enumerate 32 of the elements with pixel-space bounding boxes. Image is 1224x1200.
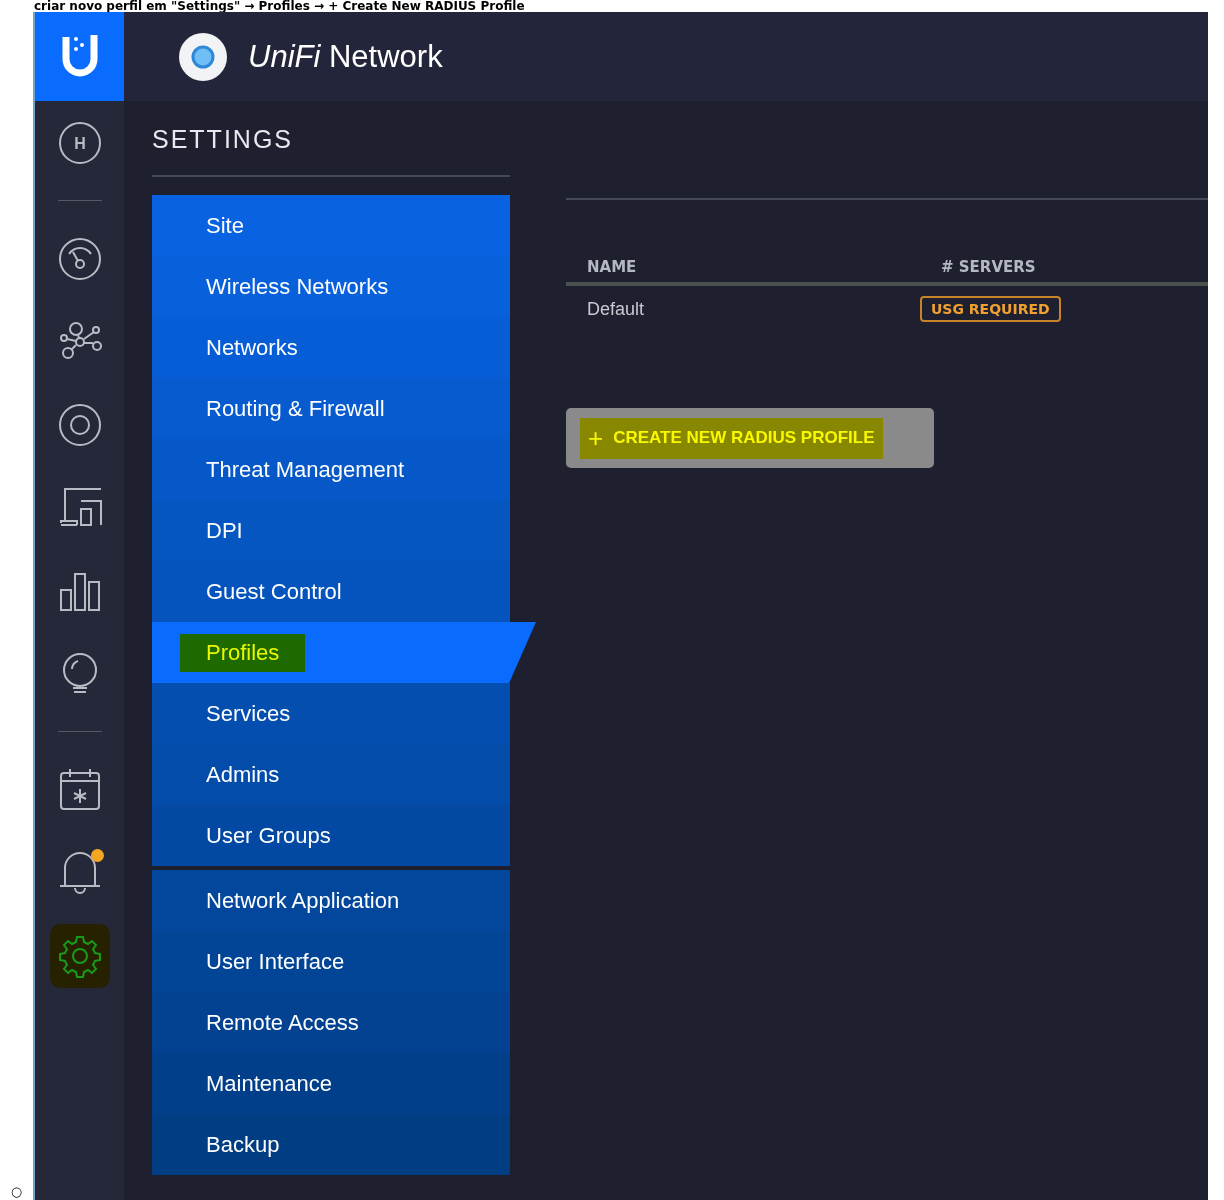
settings-nav-button[interactable] [49,924,110,988]
logo-icon [178,31,228,82]
column-header: NAME [586,258,638,276]
settings-menu-item[interactable]: Services [152,683,510,744]
status-badge: USG REQUIRED [920,296,1061,322]
table-cell-text: Default [586,298,646,320]
settings-menu-item[interactable]: User Interface [152,931,510,992]
settings-menu-item[interactable]: Network Application [152,870,510,931]
settings-icon [56,933,103,979]
gauge-icon [56,236,103,282]
settings-menu-item[interactable]: Guest Control [152,561,510,622]
list-bullet: ○ [10,1184,23,1200]
column-header: # SERVERS [941,258,1037,276]
app-title: UniFi Network [248,38,443,75]
settings-menu-item[interactable]: Routing & Firewall [152,378,510,439]
settings-menu-item[interactable]: Remote Access [152,992,510,1053]
settings-heading: SETTINGS [152,111,510,177]
settings-menu-item[interactable]: User Groups [152,805,510,866]
logo-icon[interactable] [35,12,124,101]
access-point-icon [56,402,103,448]
home-nav-button[interactable]: H [49,111,110,175]
settings-menu-item[interactable]: Backup [152,1114,510,1175]
settings-menu-item[interactable]: Profiles [152,622,536,683]
settings-menu-item[interactable]: Networks [152,317,510,378]
settings-menu-item[interactable]: Admins [152,744,510,805]
settings-menu-item[interactable]: Maintenance [152,1053,510,1114]
settings-menu-item[interactable]: Site [152,195,510,256]
settings-menu-item[interactable]: Threat Management [152,439,510,500]
home-icon: H [56,120,103,166]
settings-menu-item[interactable]: DPI [152,500,510,561]
settings-menu-item[interactable]: Wireless Networks [152,256,510,317]
caption-text: criar novo perfil em "Settings" → Profiles → + Create New RADIUS Profile [33,0,526,12]
